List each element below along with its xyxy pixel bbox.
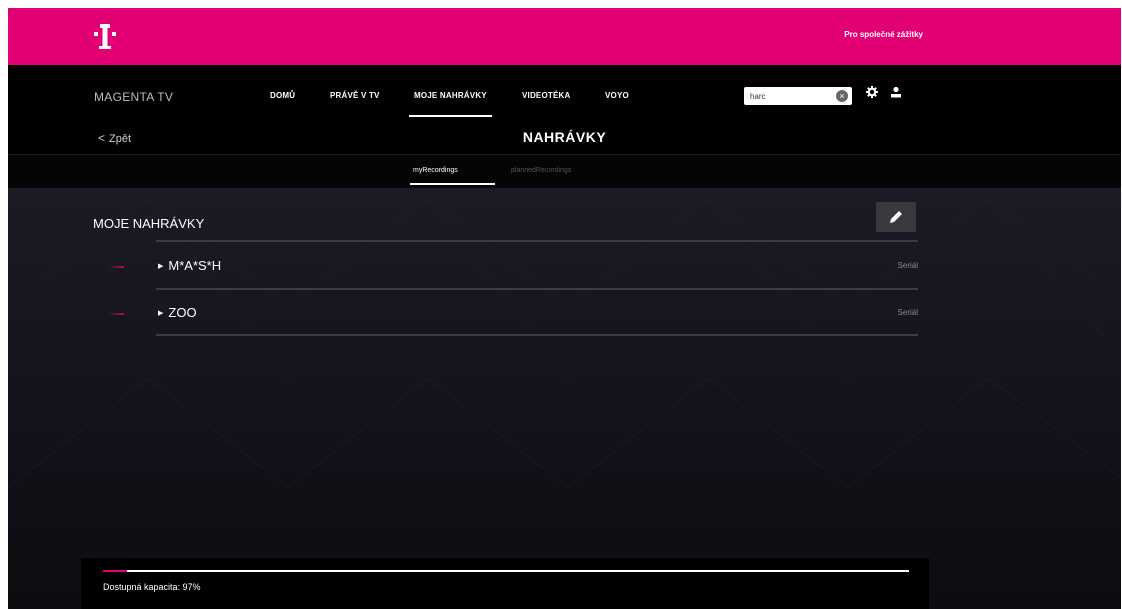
nav-item-voyo[interactable]: VOYO — [605, 91, 629, 100]
nav-item-videoteka[interactable]: VIDEOTÉKA — [522, 91, 570, 100]
recording-type: Seriál — [897, 261, 918, 270]
capacity-footer: Dostupná kapacita: 97% — [81, 558, 929, 609]
recording-title: ▶ ZOO — [158, 305, 197, 320]
clear-circle-icon[interactable]: × — [836, 90, 848, 102]
edit-button[interactable] — [876, 202, 916, 232]
page-header: < Zpět NAHRÁVKY — [8, 118, 1121, 155]
list-divider-top — [156, 240, 918, 242]
tab-planned-recordings[interactable]: plannedRecordings — [511, 167, 571, 174]
recording-type: Seriál — [897, 308, 918, 317]
nav-item-prave-v-tv[interactable]: PRÁVĚ V TV — [330, 91, 380, 100]
brand-bar: Pro společné zážitky — [8, 8, 1121, 65]
active-tab-indicator — [410, 183, 495, 185]
capacity-bar — [103, 570, 909, 572]
nav-item-moje-nahravky[interactable]: MOJE NAHRÁVKY — [414, 91, 487, 100]
recording-thumbnail — [108, 313, 124, 315]
recordings-content: MOJE NAHRÁVKY ▶ M*A*S*H Seriál ▶ ZOO Seriá… — [8, 188, 1121, 609]
recording-title: ▶ M*A*S*H — [158, 258, 221, 273]
gear-icon[interactable] — [866, 86, 878, 98]
main-nav: MAGENTA TV DOMŮ PRÁVĚ V TV MOJE NAHRÁVKY… — [8, 65, 1121, 118]
recording-title-text: M*A*S*H — [168, 258, 222, 273]
user-icon[interactable] — [890, 86, 902, 98]
search-input[interactable] — [750, 89, 826, 103]
recording-thumbnail — [108, 266, 124, 268]
capacity-label: Dostupná kapacita: 97% — [103, 582, 201, 592]
expand-arrow-icon: ▶ — [158, 263, 164, 270]
recordings-tabs: myRecordings plannedRecordings — [8, 155, 1121, 187]
recording-row-zoo[interactable]: ▶ ZOO Seriál — [8, 291, 1121, 337]
brand-slogan-link[interactable]: Pro společné zážitky — [844, 30, 923, 39]
capacity-used-fill — [103, 570, 128, 572]
section-title: MOJE NAHRÁVKY — [93, 216, 205, 231]
list-divider-bottom — [156, 334, 918, 336]
recording-title-text: ZOO — [168, 305, 197, 320]
recording-row-mash[interactable]: ▶ M*A*S*H Seriál — [8, 244, 1121, 290]
active-nav-indicator — [409, 115, 492, 117]
nav-item-domu[interactable]: DOMŮ — [270, 91, 295, 100]
app-frame: Pro společné zážitky MAGENTA TV DOMŮ PRÁ… — [8, 8, 1121, 609]
list-divider — [156, 288, 918, 290]
expand-arrow-icon: ▶ — [158, 310, 164, 317]
telekom-t-logo-icon[interactable] — [92, 21, 118, 51]
search-box: × — [744, 87, 852, 105]
page-title: NAHRÁVKY — [522, 129, 607, 145]
pencil-icon — [890, 211, 902, 223]
tab-my-recordings[interactable]: myRecordings — [413, 167, 458, 174]
brand-name[interactable]: MAGENTA TV — [94, 90, 173, 104]
